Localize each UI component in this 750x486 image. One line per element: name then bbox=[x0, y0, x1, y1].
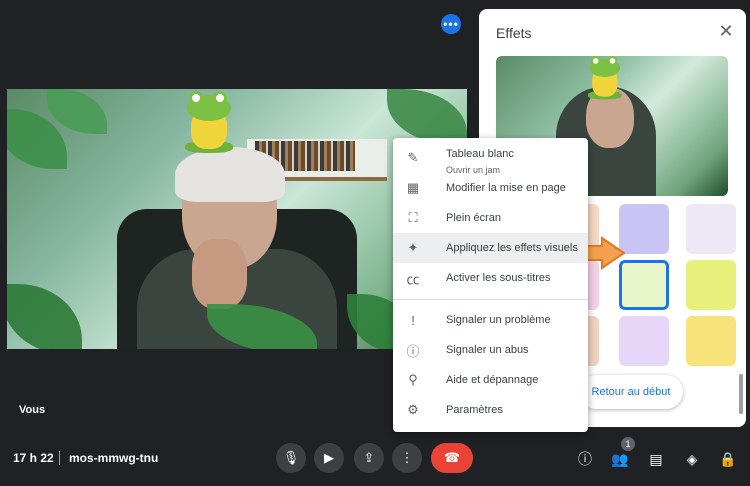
mic-icon: 🎙 bbox=[282, 450, 300, 465]
tile-elephant[interactable] bbox=[686, 260, 736, 310]
meeting-code: mos-mmwg-tnu bbox=[69, 451, 159, 465]
menu-fullscreen[interactable]: ⛶ Plein écran bbox=[393, 203, 588, 233]
more-options-menu: ✎ Tableau blanc Ouvrir un jam ▦ Modifier la … bbox=[393, 138, 588, 432]
menu-help[interactable]: ⚲ Aide et dépannage bbox=[393, 365, 588, 395]
more-vert-icon: ⋮ bbox=[400, 450, 414, 465]
more-icon[interactable]: ••• bbox=[441, 14, 461, 34]
divider bbox=[59, 451, 60, 465]
leaf-decoration bbox=[387, 89, 467, 144]
menu-effects[interactable]: ✦ Appliquez les effets visuels bbox=[393, 233, 588, 263]
help-search-icon: ⚲ bbox=[408, 372, 418, 387]
activities-button[interactable]: ◈ bbox=[682, 449, 702, 469]
chat-icon: ▤ bbox=[649, 450, 663, 467]
frog-effect bbox=[185, 91, 233, 155]
people-count-badge: 1 bbox=[621, 437, 635, 451]
camera-icon: ▶ bbox=[324, 450, 334, 465]
menu-item-label: Signaler un problème bbox=[446, 314, 551, 326]
meeting-details-button[interactable]: ⓘ bbox=[575, 449, 595, 469]
menu-divider bbox=[393, 299, 588, 300]
menu-report-problem[interactable]: ! Signaler un problème bbox=[393, 305, 588, 335]
menu-layout[interactable]: ▦ Modifier la mise en page bbox=[393, 173, 588, 203]
feedback-icon: ! bbox=[411, 312, 415, 328]
pencil-icon: ✎ bbox=[407, 150, 419, 165]
people-button[interactable]: 👥 bbox=[610, 449, 630, 469]
fullscreen-icon: ⛶ bbox=[408, 210, 418, 225]
end-call-icon: ☎ bbox=[443, 450, 461, 465]
menu-item-label: Paramètres bbox=[446, 404, 503, 416]
alert-icon: ⓘ bbox=[406, 343, 420, 359]
host-controls-button[interactable]: 🔒 bbox=[718, 449, 738, 469]
preview-frog bbox=[588, 56, 622, 101]
mic-button[interactable]: 🎙 bbox=[276, 443, 306, 473]
self-name-label: Vous bbox=[19, 404, 46, 416]
end-call-button[interactable]: ☎ bbox=[431, 443, 473, 473]
person-hand bbox=[192, 239, 247, 309]
captions-icon: ㏄ bbox=[406, 271, 420, 287]
tile-sloth[interactable] bbox=[686, 204, 736, 254]
menu-item-label: Tableau blanc bbox=[446, 148, 514, 160]
camera-button[interactable]: ▶ bbox=[314, 443, 344, 473]
people-icon: 👥 bbox=[611, 450, 629, 467]
gear-icon: ⚙ bbox=[407, 402, 419, 417]
tile-robot[interactable] bbox=[686, 316, 736, 366]
leaf-decoration bbox=[7, 284, 82, 349]
sparkle-icon: ✦ bbox=[407, 240, 419, 255]
menu-settings[interactable]: ⚙ Paramètres bbox=[393, 395, 588, 425]
menu-item-label: Signaler un abus bbox=[446, 344, 529, 356]
menu-item-label: Activer les sous-titres bbox=[446, 272, 551, 284]
close-icon[interactable]: ✕ bbox=[717, 22, 735, 40]
lock-person-icon: 🔒 bbox=[719, 450, 737, 467]
menu-item-label: Aide et dépannage bbox=[446, 374, 539, 386]
menu-captions[interactable]: ㏄ Activer les sous-titres bbox=[393, 263, 588, 293]
person-hair bbox=[175, 147, 285, 202]
clock: 17 h 22 bbox=[13, 451, 54, 465]
leaf-decoration bbox=[47, 89, 107, 134]
tile-cat[interactable] bbox=[619, 316, 669, 366]
menu-item-label: Appliquez les effets visuels bbox=[446, 242, 578, 254]
present-button[interactable]: ⇪ bbox=[354, 443, 384, 473]
effects-title: Effets bbox=[496, 25, 532, 41]
menu-report-abuse[interactable]: ⓘ Signaler un abus bbox=[393, 335, 588, 365]
shapes-icon: ◈ bbox=[686, 450, 698, 467]
info-icon: ⓘ bbox=[578, 451, 592, 467]
menu-item-label: Plein écran bbox=[446, 212, 502, 224]
layout-icon: ▦ bbox=[406, 180, 420, 195]
present-icon: ⇪ bbox=[363, 450, 375, 465]
panel-scrollbar[interactable] bbox=[739, 374, 743, 414]
menu-item-label: Modifier la mise en page bbox=[446, 182, 566, 194]
chat-button[interactable]: ▤ bbox=[646, 449, 666, 469]
more-options-button[interactable]: ⋮ bbox=[392, 443, 422, 473]
menu-whiteboard[interactable]: ✎ Tableau blanc Ouvrir un jam bbox=[393, 140, 588, 176]
reset-button[interactable]: Retour au début bbox=[579, 375, 683, 409]
